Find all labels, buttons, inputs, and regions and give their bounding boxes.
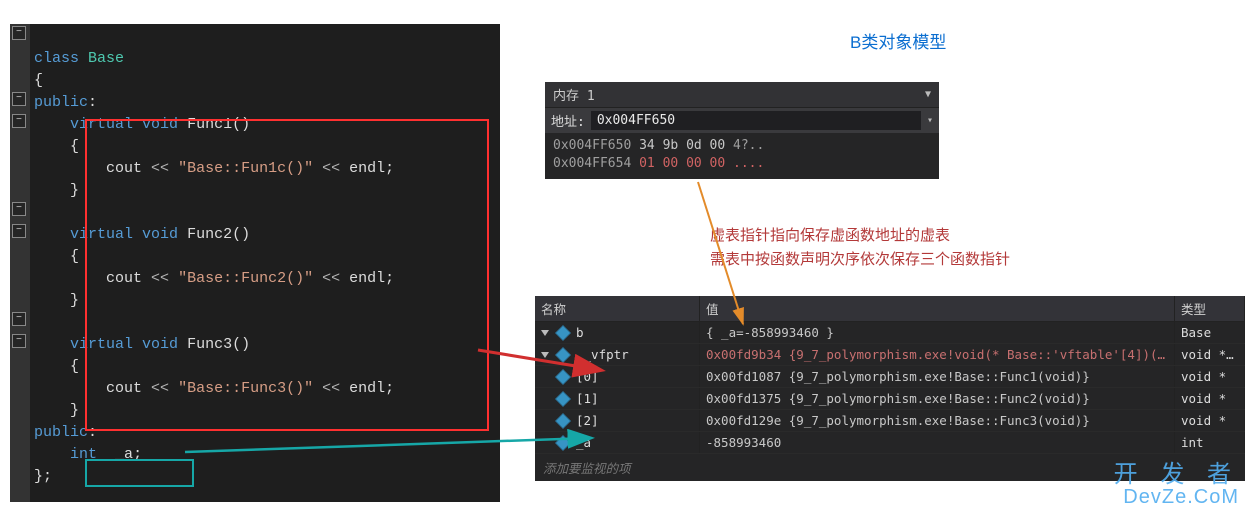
watch-var-type: void *: [1175, 410, 1245, 431]
watch-var-value: { _a=-858993460 }: [700, 322, 1175, 343]
watch-header: 名称 值 类型: [535, 296, 1245, 322]
watch-var-name: _a: [576, 435, 591, 450]
watch-col-type[interactable]: 类型: [1175, 296, 1245, 321]
watch-row[interactable]: b { _a=-858993460 }Base: [535, 322, 1245, 344]
fold-marker-icon[interactable]: −: [12, 312, 26, 326]
watch-var-name: [1]: [576, 391, 599, 406]
diagram-title: B类对象模型: [850, 28, 946, 53]
watch-add-item[interactable]: 添加要监视的项: [535, 454, 1245, 481]
expand-icon[interactable]: [541, 352, 549, 358]
watch-var-type: void *: [1175, 366, 1245, 387]
watch-var-name: [0]: [576, 369, 599, 384]
watch-var-name: b: [576, 325, 584, 340]
watch-row[interactable]: [1] 0x00fd1375 {9_7_polymorphism.exe!Base…: [535, 388, 1245, 410]
dropdown-icon[interactable]: ▼: [925, 89, 931, 100]
variable-icon: [555, 347, 571, 363]
expand-icon[interactable]: [541, 330, 549, 336]
watch-var-type: Base: [1175, 322, 1245, 343]
memory-dump[interactable]: 0x004FF650 34 9b 0d 00 4?.. 0x004FF654 0…: [545, 133, 939, 179]
variable-icon: [555, 325, 571, 341]
watch-row[interactable]: __vfptr 0x00fd9b34 {9_7_polymorphism.exe!…: [535, 344, 1245, 366]
fold-marker-icon[interactable]: −: [12, 202, 26, 216]
memory-address-label: 地址:: [551, 111, 585, 130]
watch-var-value: 0x00fd1087 {9_7_polymorphism.exe!Base::F…: [700, 366, 1175, 387]
watch-var-type: void * *: [1175, 344, 1245, 365]
watch-var-type: int: [1175, 432, 1245, 453]
memory-panel: 内存 1 ▼ 地址: ▾ 0x004FF650 34 9b 0d 00 4?..…: [545, 82, 939, 179]
variable-icon: [555, 435, 571, 451]
fold-marker-icon[interactable]: −: [12, 224, 26, 238]
memory-address-row: 地址: ▾: [545, 108, 939, 133]
fold-marker-icon[interactable]: −: [12, 92, 26, 106]
watch-row[interactable]: [2] 0x00fd129e {9_7_polymorphism.exe!Base…: [535, 410, 1245, 432]
watch-var-value: 0x00fd1375 {9_7_polymorphism.exe!Base::F…: [700, 388, 1175, 409]
watch-row[interactable]: [0] 0x00fd1087 {9_7_polymorphism.exe!Base…: [535, 366, 1245, 388]
watch-var-value: 0x00fd9b34 {9_7_polymorphism.exe!void(* …: [700, 344, 1175, 365]
code-editor[interactable]: − − − − − − − class Base { public: virtu…: [10, 24, 500, 502]
variable-icon: [555, 391, 571, 407]
variable-icon: [555, 413, 571, 429]
code-content[interactable]: class Base { public: virtual void Func1(…: [34, 26, 394, 510]
watch-var-value: 0x00fd129e {9_7_polymorphism.exe!Base::F…: [700, 410, 1175, 431]
fold-marker-icon[interactable]: −: [12, 334, 26, 348]
watch-var-name: __vfptr: [576, 347, 629, 362]
fold-marker-icon[interactable]: −: [12, 114, 26, 128]
dropdown-icon[interactable]: ▾: [927, 115, 933, 126]
watch-col-name[interactable]: 名称: [535, 296, 700, 321]
watch-var-type: void *: [1175, 388, 1245, 409]
memory-panel-title-row[interactable]: 内存 1 ▼: [545, 82, 939, 108]
annotation-text: 虚表指针指向保存虚函数地址的虚表 需表中按函数声明次序依次保存三个函数指针: [710, 224, 1010, 272]
watch-col-value[interactable]: 值: [700, 296, 1175, 321]
watch-panel: 名称 值 类型 b { _a=-858993460 }Base __vfptr 0x0…: [535, 296, 1245, 481]
watch-var-name: [2]: [576, 413, 599, 428]
fold-marker-icon[interactable]: −: [12, 26, 26, 40]
watch-var-value: -858993460: [700, 432, 1175, 453]
watch-row[interactable]: _a -858993460int: [535, 432, 1245, 454]
variable-icon: [555, 369, 571, 385]
memory-address-input[interactable]: [591, 111, 921, 130]
memory-panel-title: 内存 1: [553, 85, 595, 104]
editor-gutter: − − − − − − −: [10, 24, 30, 502]
